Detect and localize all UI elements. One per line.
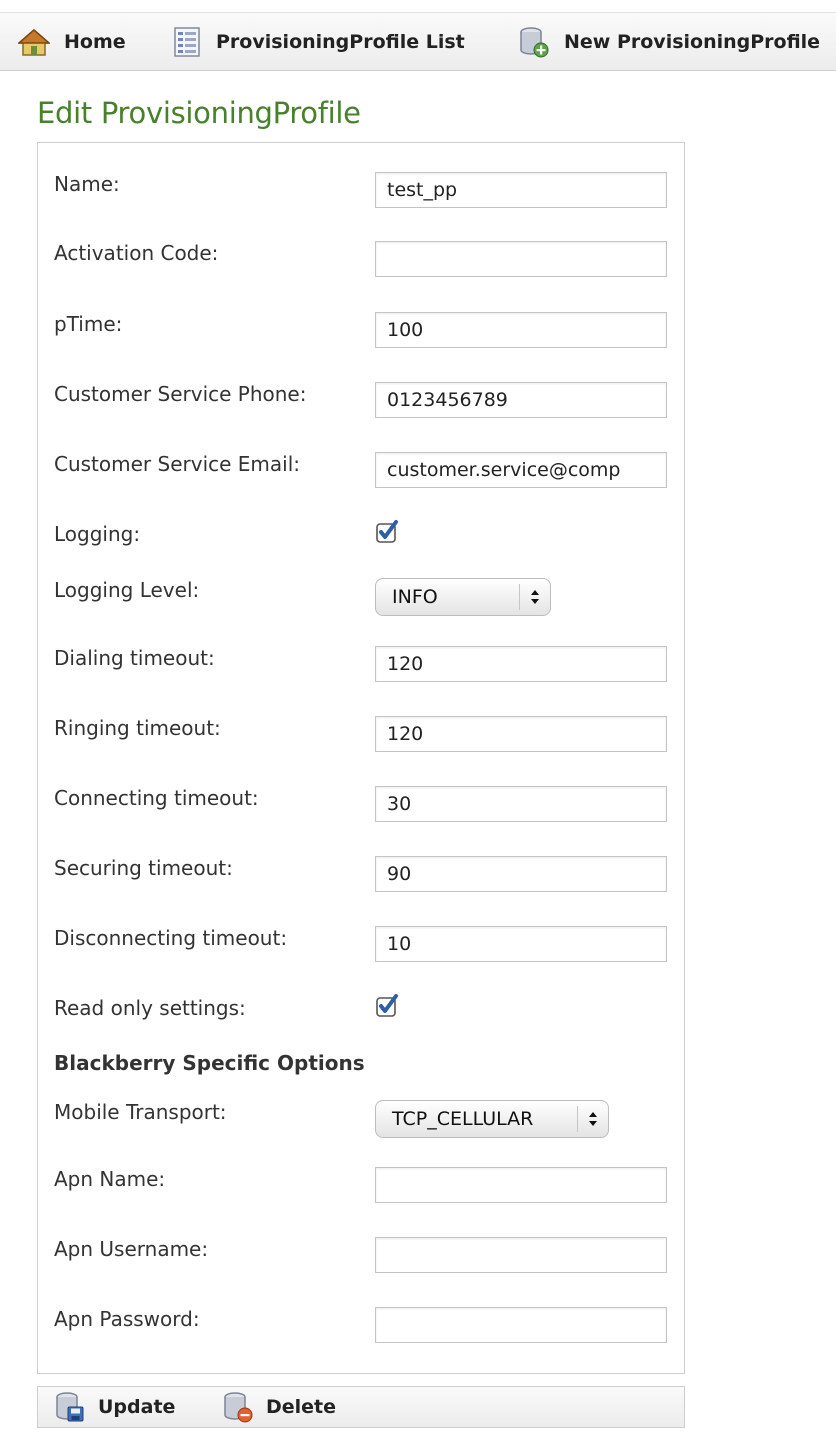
delete-button-label: Delete — [266, 1396, 337, 1418]
disconnecting-timeout-input[interactable]: 10 — [375, 926, 667, 962]
ptime-label: pTime: — [54, 312, 123, 336]
name-row: Name: test_pp — [38, 172, 684, 212]
mobile-transport-row: Mobile Transport: TCP_CELLULAR — [38, 1100, 684, 1140]
read-only-label: Read only settings: — [54, 996, 246, 1020]
read-only-row: Read only settings: — [38, 993, 684, 1036]
cs-email-label: Customer Service Email: — [54, 452, 301, 476]
apn-password-input[interactable] — [375, 1307, 667, 1343]
select-arrows-icon — [577, 1106, 608, 1132]
disconnecting-timeout-row: Disconnecting timeout: 10 — [38, 926, 684, 966]
new-link-label: New ProvisioningProfile — [564, 31, 821, 53]
blackberry-section-heading: Blackberry Specific Options — [54, 1051, 365, 1075]
activation-code-label: Activation Code: — [54, 241, 219, 265]
logging-level-row: Logging Level: INFO — [38, 578, 684, 618]
provisioningprofile-list-link[interactable]: ProvisioningProfile List — [172, 13, 465, 71]
name-label: Name: — [54, 172, 120, 196]
apn-username-input[interactable] — [375, 1237, 667, 1273]
mobile-transport-label: Mobile Transport: — [54, 1100, 227, 1124]
cs-phone-input[interactable]: 0123456789 — [375, 382, 667, 418]
ringing-timeout-label: Ringing timeout: — [54, 716, 221, 740]
ptime-row: pTime: 100 — [38, 312, 684, 352]
delete-button[interactable]: Delete — [222, 1387, 336, 1427]
apn-name-row: Apn Name: — [38, 1167, 684, 1207]
dialing-timeout-row: Dialing timeout: 120 — [38, 646, 684, 686]
logging-level-value: INFO — [392, 586, 438, 608]
logging-level-label: Logging Level: — [54, 578, 200, 602]
apn-name-input[interactable] — [375, 1167, 667, 1203]
top-edge — [0, 0, 836, 13]
ringing-timeout-row: Ringing timeout: 120 — [38, 716, 684, 756]
connecting-timeout-input[interactable]: 30 — [375, 786, 667, 822]
cs-email-input[interactable]: customer.service@comp — [375, 452, 667, 488]
apn-username-row: Apn Username: — [38, 1237, 684, 1277]
cs-email-row: Customer Service Email: customer.service… — [38, 452, 684, 492]
mobile-transport-select[interactable]: TCP_CELLULAR — [375, 1100, 609, 1138]
logging-checkbox[interactable] — [375, 519, 401, 545]
ringing-timeout-input[interactable]: 120 — [375, 716, 667, 752]
activation-code-input[interactable] — [375, 241, 667, 277]
update-button-label: Update — [98, 1396, 176, 1418]
logging-label: Logging: — [54, 522, 141, 546]
database-save-icon — [56, 1392, 84, 1422]
securing-timeout-row: Securing timeout: 90 — [38, 856, 684, 896]
connecting-timeout-row: Connecting timeout: 30 — [38, 786, 684, 826]
logging-row: Logging: — [38, 519, 684, 562]
nav-bar: Home ProvisioningProfile List New Provis… — [0, 13, 836, 71]
logging-level-select[interactable]: INFO — [375, 578, 551, 616]
select-arrows-icon — [519, 584, 550, 610]
activation-code-row: Activation Code: — [38, 241, 684, 281]
list-icon — [174, 27, 200, 57]
connecting-timeout-label: Connecting timeout: — [54, 786, 259, 810]
dialing-timeout-label: Dialing timeout: — [54, 646, 215, 670]
cs-phone-label: Customer Service Phone: — [54, 382, 307, 406]
name-input[interactable]: test_pp — [375, 172, 667, 208]
securing-timeout-label: Securing timeout: — [54, 856, 233, 880]
mobile-transport-value: TCP_CELLULAR — [392, 1108, 534, 1130]
update-button[interactable]: Update — [54, 1387, 175, 1427]
dialing-timeout-input[interactable]: 120 — [375, 646, 667, 682]
list-link-label: ProvisioningProfile List — [216, 31, 465, 53]
edit-form: Name: test_pp Activation Code: pTime: 10… — [37, 142, 685, 1374]
apn-username-label: Apn Username: — [54, 1237, 209, 1261]
apn-name-label: Apn Name: — [54, 1167, 166, 1191]
cs-phone-row: Customer Service Phone: 0123456789 — [38, 382, 684, 422]
new-provisioningprofile-link[interactable]: New ProvisioningProfile — [518, 13, 820, 71]
securing-timeout-input[interactable]: 90 — [375, 856, 667, 892]
home-link-label: Home — [64, 31, 126, 53]
page-title: Edit ProvisioningProfile — [37, 96, 361, 130]
home-link[interactable]: Home — [18, 13, 126, 71]
apn-password-row: Apn Password: — [38, 1307, 684, 1347]
buttons-bar: Update Delete — [37, 1386, 685, 1428]
database-add-icon — [520, 27, 549, 58]
database-delete-icon — [224, 1392, 253, 1423]
read-only-checkbox[interactable] — [375, 993, 401, 1019]
apn-password-label: Apn Password: — [54, 1307, 200, 1331]
home-icon — [18, 29, 50, 56]
ptime-input[interactable]: 100 — [375, 312, 667, 348]
disconnecting-timeout-label: Disconnecting timeout: — [54, 926, 288, 950]
